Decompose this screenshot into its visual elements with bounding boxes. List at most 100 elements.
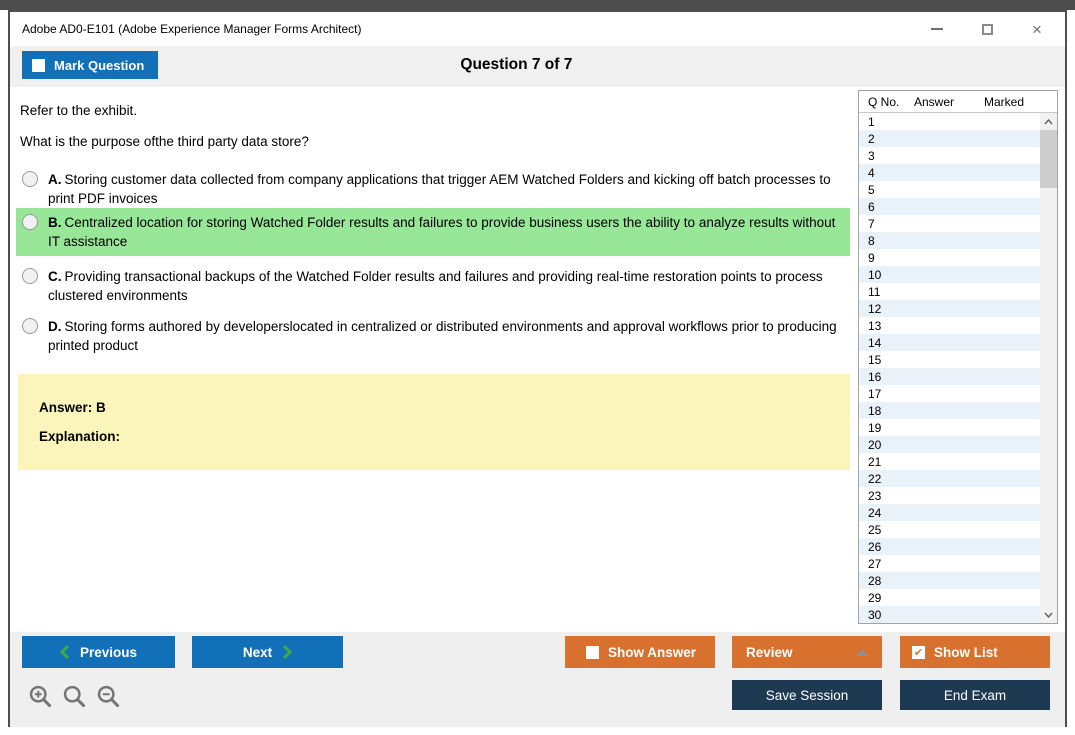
question-list-row[interactable]: 22 — [859, 470, 1057, 487]
question-list-row[interactable]: 24 — [859, 504, 1057, 521]
question-list-row[interactable]: 11 — [859, 283, 1057, 300]
show-list-label: Show List — [934, 645, 998, 660]
option-a[interactable]: A.Storing customer data collected from c… — [16, 165, 850, 213]
question-number: 4 — [859, 166, 914, 180]
question-list-row[interactable]: 2 — [859, 130, 1057, 147]
question-list-row[interactable]: 16 — [859, 368, 1057, 385]
question-list-row[interactable]: 28 — [859, 572, 1057, 589]
question-list-row[interactable]: 13 — [859, 317, 1057, 334]
scroll-down-icon[interactable] — [1040, 606, 1057, 623]
scrollbar-thumb[interactable] — [1040, 130, 1057, 188]
show-list-checkbox-icon: ✔ — [912, 646, 925, 659]
previous-label: Previous — [80, 645, 137, 660]
question-list-rows: 1234567891011121314151617181920212223242… — [859, 113, 1057, 623]
question-number: 7 — [859, 217, 914, 231]
show-answer-label: Show Answer — [608, 645, 696, 660]
radio-option-c[interactable] — [22, 268, 38, 284]
question-list-row[interactable]: 9 — [859, 249, 1057, 266]
question-list-row[interactable]: 30 — [859, 606, 1057, 623]
zoom-out-icon[interactable] — [96, 684, 121, 709]
end-exam-button[interactable]: End Exam — [900, 680, 1050, 710]
question-list-row[interactable]: 25 — [859, 521, 1057, 538]
mark-question-label: Mark Question — [54, 58, 144, 73]
maximize-button[interactable] — [973, 17, 1001, 41]
question-number: 28 — [859, 574, 914, 588]
question-list-row[interactable]: 10 — [859, 266, 1057, 283]
show-answer-button[interactable]: Show Answer — [565, 636, 715, 668]
question-list-body: 1234567891011121314151617181920212223242… — [859, 113, 1057, 623]
radio-option-b[interactable] — [22, 214, 38, 230]
question-list-row[interactable]: 18 — [859, 402, 1057, 419]
question-list-row[interactable]: 8 — [859, 232, 1057, 249]
scroll-up-icon[interactable] — [1040, 113, 1057, 130]
mark-question-button[interactable]: Mark Question — [22, 51, 158, 79]
question-number: 5 — [859, 183, 914, 197]
question-list-row[interactable]: 29 — [859, 589, 1057, 606]
question-list-row[interactable]: 21 — [859, 453, 1057, 470]
option-a-text: Storing customer data collected from com… — [48, 172, 831, 206]
show-list-button[interactable]: ✔ Show List — [900, 636, 1050, 668]
option-d[interactable]: D.Storing forms authored by developerslo… — [16, 312, 850, 360]
footer-bar: Previous Next Show Answer Review ✔ Show … — [10, 632, 1065, 727]
radio-option-d[interactable] — [22, 318, 38, 334]
question-number: 20 — [859, 438, 914, 452]
question-number: 8 — [859, 234, 914, 248]
question-list-row[interactable]: 12 — [859, 300, 1057, 317]
question-list-row[interactable]: 1 — [859, 113, 1057, 130]
zoom-in-icon[interactable] — [28, 684, 53, 709]
close-icon: × — [1032, 21, 1042, 38]
question-number: 24 — [859, 506, 914, 520]
question-number: 25 — [859, 523, 914, 537]
next-label: Next — [243, 645, 272, 660]
question-list-row[interactable]: 27 — [859, 555, 1057, 572]
question-list-row[interactable]: 4 — [859, 164, 1057, 181]
dropdown-up-icon — [856, 649, 868, 656]
header-bar: Mark Question Question 7 of 7 — [10, 46, 1065, 87]
option-d-letter: D. — [48, 319, 62, 334]
answer-box: Answer: B Explanation: — [18, 374, 850, 470]
question-number: 13 — [859, 319, 914, 333]
option-b-letter: B. — [48, 215, 62, 230]
question-list-scrollbar[interactable] — [1040, 113, 1057, 623]
question-number: 15 — [859, 353, 914, 367]
question-number: 30 — [859, 608, 914, 622]
question-number: 23 — [859, 489, 914, 503]
question-list-row[interactable]: 17 — [859, 385, 1057, 402]
question-number: 26 — [859, 540, 914, 554]
question-list-row[interactable]: 7 — [859, 215, 1057, 232]
option-c[interactable]: C.Providing transactional backups of the… — [16, 262, 850, 310]
question-list-row[interactable]: 23 — [859, 487, 1057, 504]
question-list-row[interactable]: 19 — [859, 419, 1057, 436]
column-qno: Q No. — [859, 95, 914, 109]
explanation-label: Explanation: — [39, 429, 850, 444]
question-list-row[interactable]: 14 — [859, 334, 1057, 351]
question-number: 6 — [859, 200, 914, 214]
question-panel: Refer to the exhibit. What is the purpos… — [10, 87, 1065, 632]
question-number: 10 — [859, 268, 914, 282]
app-window: Adobe AD0-E101 (Adobe Experience Manager… — [8, 10, 1067, 727]
question-list-row[interactable]: 26 — [859, 538, 1057, 555]
minimize-button[interactable] — [923, 17, 951, 41]
next-button[interactable]: Next — [192, 636, 343, 668]
option-b[interactable]: B.Centralized location for storing Watch… — [16, 208, 850, 256]
zoom-reset-icon[interactable] — [62, 684, 87, 709]
question-number: 29 — [859, 591, 914, 605]
question-number: 27 — [859, 557, 914, 571]
question-list-row[interactable]: 20 — [859, 436, 1057, 453]
question-list-row[interactable]: 5 — [859, 181, 1057, 198]
answer-label: Answer: B — [39, 400, 850, 415]
save-session-label: Save Session — [766, 688, 849, 703]
radio-option-a[interactable] — [22, 171, 38, 187]
question-number: 17 — [859, 387, 914, 401]
question-counter: Question 7 of 7 — [460, 56, 572, 74]
option-c-text: Providing transactional backups of the W… — [48, 269, 823, 303]
close-button[interactable]: × — [1023, 17, 1051, 41]
review-button[interactable]: Review — [732, 636, 882, 668]
title-bar: Adobe AD0-E101 (Adobe Experience Manager… — [10, 12, 1065, 46]
question-list-row[interactable]: 15 — [859, 351, 1057, 368]
question-list-row[interactable]: 6 — [859, 198, 1057, 215]
question-list-row[interactable]: 3 — [859, 147, 1057, 164]
save-session-button[interactable]: Save Session — [732, 680, 882, 710]
previous-button[interactable]: Previous — [22, 636, 175, 668]
question-number: 14 — [859, 336, 914, 350]
